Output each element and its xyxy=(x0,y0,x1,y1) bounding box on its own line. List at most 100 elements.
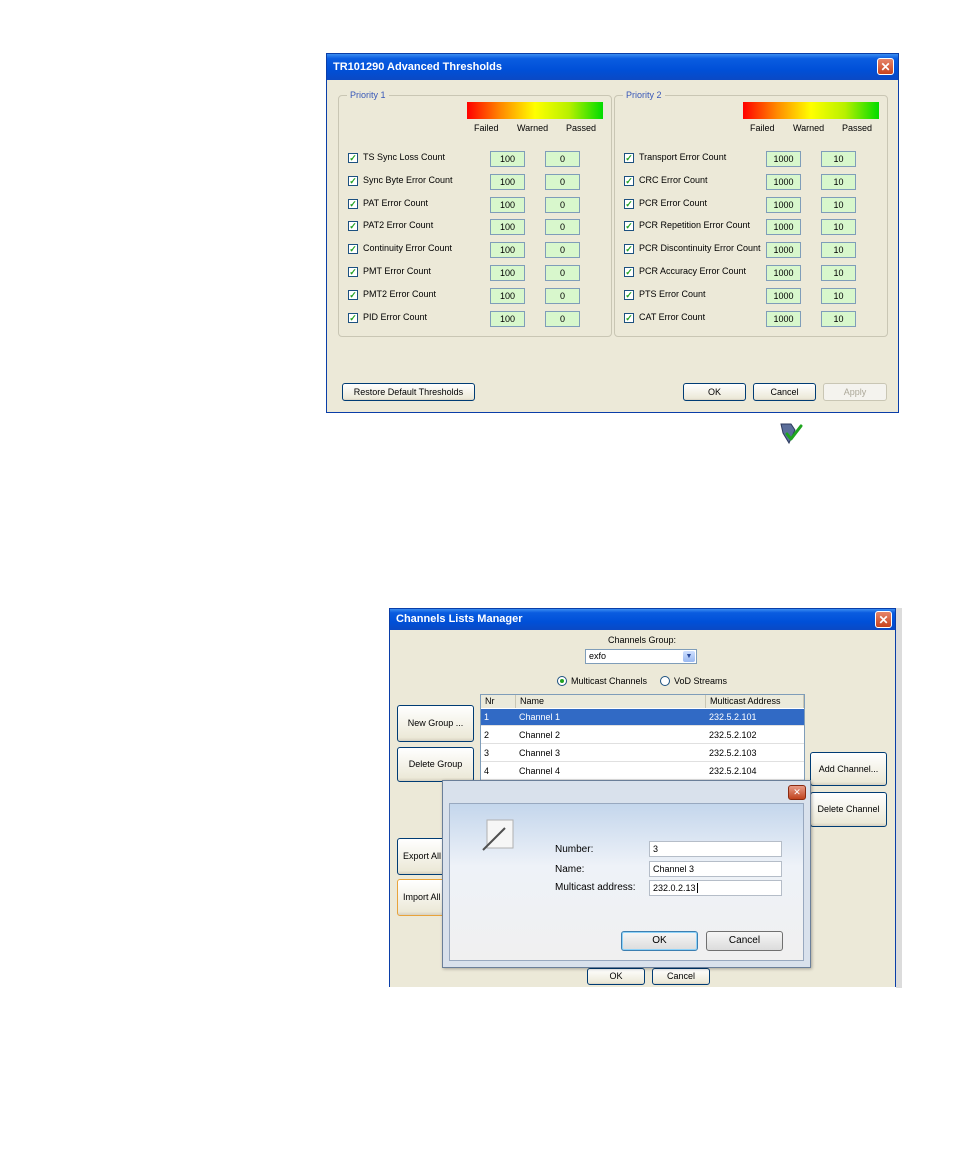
passed-threshold-input[interactable]: 10 xyxy=(821,173,856,190)
failed-threshold-input[interactable]: 100 xyxy=(490,265,525,281)
failed-threshold-input[interactable]: 1000 xyxy=(766,242,801,259)
passed-threshold-input[interactable]: 0 xyxy=(545,219,580,236)
cell-nr: 2 xyxy=(484,730,490,740)
channels-group-label: Channels Group: xyxy=(608,635,677,645)
restore-defaults-button[interactable]: Restore Default Thresholds xyxy=(342,383,475,401)
failed-threshold-input[interactable]: 100 xyxy=(490,196,525,213)
column-header-address[interactable]: Multicast Address xyxy=(706,695,804,708)
failed-threshold-input[interactable]: 100 xyxy=(490,219,525,236)
threshold-label: PCR Error Count xyxy=(639,197,708,208)
add-channel-button[interactable]: Add Channel... xyxy=(810,752,887,786)
channels-group-value: exfo xyxy=(589,651,607,661)
failed-threshold-input[interactable]: 100 xyxy=(490,242,525,259)
failed-threshold-input[interactable]: 100 xyxy=(490,173,525,190)
failed-threshold-input[interactable]: 1000 xyxy=(766,196,801,213)
enable-checkbox[interactable]: ✓ xyxy=(624,312,634,323)
failed-threshold-input[interactable]: 100 xyxy=(490,287,525,304)
priority1-group: Priority 1 Failed Warned Passed ✓ TS Sync… xyxy=(338,90,612,337)
threshold-row: ✓ Transport Error Count 1000 10 xyxy=(624,151,884,167)
channels-group-select[interactable]: exfo ▼ xyxy=(585,649,697,664)
enable-checkbox[interactable]: ✓ xyxy=(348,198,358,209)
vod-streams-radio[interactable] xyxy=(660,676,670,686)
cancel-button[interactable]: Cancel xyxy=(706,931,783,951)
multicast-channels-radio[interactable] xyxy=(557,676,567,686)
threshold-label: PID Error Count xyxy=(363,311,428,322)
passed-threshold-input[interactable]: 10 xyxy=(821,151,856,167)
passed-threshold-input[interactable]: 0 xyxy=(545,265,580,281)
enable-checkbox[interactable]: ✓ xyxy=(624,198,634,209)
threshold-row: ✓ PTS Error Count 1000 10 xyxy=(624,287,884,304)
failed-threshold-input[interactable]: 1000 xyxy=(766,173,801,190)
enable-checkbox[interactable]: ✓ xyxy=(624,153,634,163)
threshold-label: Continuity Error Count xyxy=(363,243,453,254)
enable-checkbox[interactable]: ✓ xyxy=(348,153,358,163)
passed-label: Passed xyxy=(842,123,873,133)
table-row[interactable]: 3 Channel 3 232.5.2.103 xyxy=(481,745,804,762)
passed-threshold-input[interactable]: 0 xyxy=(545,242,580,259)
cell-address: 232.5.2.103 xyxy=(709,748,757,758)
enable-checkbox[interactable]: ✓ xyxy=(348,221,358,232)
priority2-label: Priority 2 xyxy=(623,90,665,100)
enable-checkbox[interactable]: ✓ xyxy=(624,221,634,232)
enable-checkbox[interactable]: ✓ xyxy=(348,244,358,255)
table-row[interactable]: 1 Channel 1 232.5.2.101 xyxy=(481,709,804,726)
failed-threshold-input[interactable]: 1000 xyxy=(766,310,801,327)
ok-button[interactable]: OK xyxy=(621,931,698,951)
column-header-nr[interactable]: Nr xyxy=(481,695,516,708)
new-group-button[interactable]: New Group ... xyxy=(397,705,474,742)
threshold-label: Transport Error Count xyxy=(639,152,727,162)
close-icon[interactable]: ✕ xyxy=(875,611,892,628)
failed-threshold-input[interactable]: 1000 xyxy=(766,265,801,281)
failed-threshold-input[interactable]: 1000 xyxy=(766,151,801,167)
threshold-label: Sync Byte Error Count xyxy=(363,174,453,185)
close-icon[interactable]: ✕ xyxy=(877,58,894,75)
passed-threshold-input[interactable]: 10 xyxy=(821,242,856,259)
enable-checkbox[interactable]: ✓ xyxy=(348,175,358,186)
threshold-row: ✓ PCR Repetition Error Count 1000 10 xyxy=(624,219,884,236)
table-row[interactable]: 4 Channel 4 232.5.2.104 xyxy=(481,763,804,780)
cancel-button[interactable]: Cancel xyxy=(753,383,816,401)
passed-threshold-input[interactable]: 0 xyxy=(545,310,580,327)
number-field[interactable]: 3 xyxy=(649,841,782,857)
apply-button[interactable]: Apply xyxy=(823,383,887,401)
delete-channel-button[interactable]: Delete Channel xyxy=(810,792,887,827)
ok-button[interactable]: OK xyxy=(587,968,645,985)
failed-threshold-input[interactable]: 1000 xyxy=(766,287,801,304)
passed-threshold-input[interactable]: 10 xyxy=(821,265,856,281)
passed-threshold-input[interactable]: 10 xyxy=(821,219,856,236)
threshold-row: ✓ TS Sync Loss Count 100 0 xyxy=(348,151,608,167)
priority2-group: Priority 2 Failed Warned Passed ✓ Transpo… xyxy=(614,90,888,337)
passed-threshold-input[interactable]: 10 xyxy=(821,196,856,213)
threshold-row: ✓ Continuity Error Count 100 0 xyxy=(348,242,608,259)
dialog-title-bar[interactable]: TR101290 Advanced Thresholds xyxy=(327,54,898,80)
passed-threshold-input[interactable]: 0 xyxy=(545,151,580,167)
enable-checkbox[interactable]: ✓ xyxy=(348,312,358,323)
passed-threshold-input[interactable]: 10 xyxy=(821,310,856,327)
failed-threshold-input[interactable]: 100 xyxy=(490,151,525,167)
dialog-title-bar[interactable]: Channels Lists Manager xyxy=(390,609,895,630)
enable-checkbox[interactable]: ✓ xyxy=(624,175,634,186)
name-field[interactable]: Channel 3 xyxy=(649,861,782,877)
column-header-name[interactable]: Name xyxy=(516,695,706,708)
multicast-address-field[interactable]: 232.0.2.13 xyxy=(649,880,782,896)
threshold-label: PMT Error Count xyxy=(363,266,431,276)
failed-threshold-input[interactable]: 1000 xyxy=(766,219,801,236)
ok-button[interactable]: OK xyxy=(683,383,746,401)
failed-threshold-input[interactable]: 100 xyxy=(490,310,525,327)
passed-threshold-input[interactable]: 0 xyxy=(545,196,580,213)
cell-address: 232.5.2.101 xyxy=(709,712,757,722)
enable-checkbox[interactable]: ✓ xyxy=(624,267,634,277)
threshold-label: PTS Error Count xyxy=(639,288,706,299)
passed-threshold-input[interactable]: 0 xyxy=(545,287,580,304)
enable-checkbox[interactable]: ✓ xyxy=(348,267,358,277)
cancel-button[interactable]: Cancel xyxy=(652,968,710,985)
enable-checkbox[interactable]: ✓ xyxy=(624,289,634,300)
enable-checkbox[interactable]: ✓ xyxy=(624,244,634,255)
chevron-down-icon[interactable]: ▼ xyxy=(683,651,695,662)
close-icon[interactable]: ✕ xyxy=(788,785,806,800)
passed-threshold-input[interactable]: 10 xyxy=(821,287,856,304)
enable-checkbox[interactable]: ✓ xyxy=(348,289,358,300)
delete-group-button[interactable]: Delete Group xyxy=(397,747,474,782)
table-row[interactable]: 2 Channel 2 232.5.2.102 xyxy=(481,727,804,744)
passed-threshold-input[interactable]: 0 xyxy=(545,173,580,190)
